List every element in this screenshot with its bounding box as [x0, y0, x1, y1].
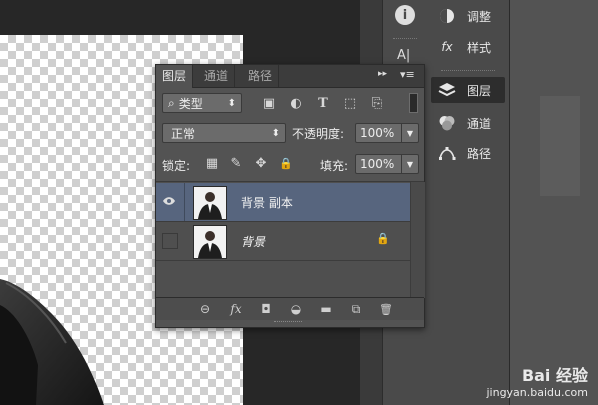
filter-type-select[interactable]: ⌕ 类型 ⬍ [162, 93, 242, 113]
panel-tab-bar: 图层 通道 路径 ▸▸ ▾≡ [156, 65, 424, 88]
resize-grip[interactable] [274, 321, 302, 324]
dock-channels-label: 通道 [467, 116, 492, 131]
link-layers-icon[interactable]: ⊖ [197, 301, 213, 317]
visibility-toggle[interactable] [162, 233, 178, 249]
filter-type-label: 类型 [178, 96, 203, 111]
watermark-logo: Bai 经验 [521, 366, 588, 385]
lock-position-icon[interactable]: ✥ [253, 155, 269, 171]
dock-layers-button[interactable]: 图层 [431, 77, 505, 103]
lock-paint-icon[interactable]: ✎ [228, 155, 244, 171]
layer-thumbnail [193, 186, 227, 220]
dock-background-panel [510, 0, 598, 405]
lock-icon: 🔒 [376, 232, 390, 245]
row-divider [184, 183, 185, 221]
panel-menu-icon[interactable]: ▾≡ [400, 68, 415, 81]
filter-adjustment-icon[interactable]: ◐ [288, 95, 304, 111]
fill-dropdown-icon[interactable]: ▼ [401, 155, 418, 173]
panel-footer: ⊖ fx ◘ ◒ ▬ ⧉ 🗑 [156, 297, 424, 320]
opacity-dropdown-icon[interactable]: ▼ [401, 124, 418, 142]
dock-separator [441, 70, 495, 73]
layer-name[interactable]: 背景 副本 [241, 194, 293, 211]
opacity-field[interactable]: 100% ▼ [355, 123, 419, 143]
layer-row-bg-copy[interactable]: 背景 副本 [156, 183, 410, 222]
layers-panel[interactable]: 图层 通道 路径 ▸▸ ▾≡ ⌕ 类型 ⬍ ▣ ◐ T ⬚ ⎘ 正常 ⬍ 不透明… [155, 64, 425, 328]
dock-panel-column: 调整 fx 样式 图层 通道 路径 [427, 0, 509, 405]
dock-separator [393, 38, 417, 41]
dock-layers-label: 图层 [467, 83, 492, 98]
opacity-value: 100% [360, 126, 395, 140]
layers-icon [437, 80, 457, 100]
watermark-url: jingyan.baidu.com [486, 386, 588, 399]
add-mask-icon[interactable]: ◘ [258, 301, 274, 317]
dock-adjustments-label: 调整 [467, 9, 492, 24]
ghost-panel [540, 96, 580, 196]
layer-name[interactable]: 背景 [241, 233, 265, 250]
trash-icon[interactable]: 🗑 [378, 301, 394, 317]
character-label: A| [397, 48, 411, 63]
layer-thumbnail [193, 225, 227, 259]
filter-pixel-icon[interactable]: ▣ [261, 95, 277, 111]
dock-paths-label: 路径 [467, 146, 492, 161]
dock-adjustments-button[interactable]: 调整 [427, 3, 509, 29]
adjustment-layer-icon[interactable]: ◒ [288, 301, 304, 317]
layer-row-background[interactable]: 背景 🔒 [156, 222, 410, 261]
lock-all-icon[interactable]: 🔒 [278, 155, 294, 171]
lock-transparency-icon[interactable]: ▦ [204, 155, 220, 171]
fill-field[interactable]: 100% ▼ [355, 154, 419, 174]
channels-icon [437, 113, 457, 133]
fill-value: 100% [360, 157, 395, 171]
opacity-label: 不透明度: [292, 127, 345, 141]
dock-paths-button[interactable]: 路径 [427, 140, 509, 166]
baidu-watermark: Bai 经验 jingyan.baidu.com [486, 362, 588, 399]
info-icon[interactable]: i [395, 5, 415, 25]
tab-channels[interactable]: 通道 [198, 65, 236, 87]
search-icon: ⌕ [168, 95, 175, 110]
paths-icon [437, 143, 457, 163]
filter-text-icon[interactable]: T [315, 95, 331, 111]
chevron-updown-icon: ⬍ [227, 97, 236, 109]
collapse-panel-icon[interactable]: ▸▸ [378, 69, 387, 79]
tab-layers[interactable]: 图层 [156, 65, 194, 88]
filter-smartobject-icon[interactable]: ⎘ [369, 95, 385, 111]
fill-label: 填充: [320, 159, 349, 173]
adjustments-icon [437, 6, 457, 26]
chevron-updown-icon: ⬍ [271, 127, 280, 139]
dock-styles-button[interactable]: fx 样式 [427, 34, 509, 60]
character-icon[interactable]: A| [397, 48, 410, 63]
blend-mode-select[interactable]: 正常 ⬍ [162, 123, 286, 143]
layers-list: 背景 副本 背景 🔒 [156, 181, 425, 298]
blend-mode-value: 正常 [171, 126, 196, 141]
dock-styles-label: 样式 [467, 40, 492, 55]
filter-shape-icon[interactable]: ⬚ [342, 95, 358, 111]
eye-icon[interactable] [162, 194, 176, 208]
dock-channels-button[interactable]: 通道 [427, 110, 509, 136]
new-layer-icon[interactable]: ⧉ [348, 301, 364, 317]
styles-icon: fx [441, 40, 453, 54]
suit-shoulder-image [0, 279, 104, 405]
tab-paths[interactable]: 路径 [242, 65, 280, 87]
lock-label: 锁定: [162, 159, 191, 173]
fx-icon[interactable]: fx [228, 301, 244, 317]
folder-icon[interactable]: ▬ [318, 301, 334, 317]
layers-scrollbar[interactable] [410, 182, 425, 298]
filter-toggle-switch[interactable] [409, 93, 418, 113]
